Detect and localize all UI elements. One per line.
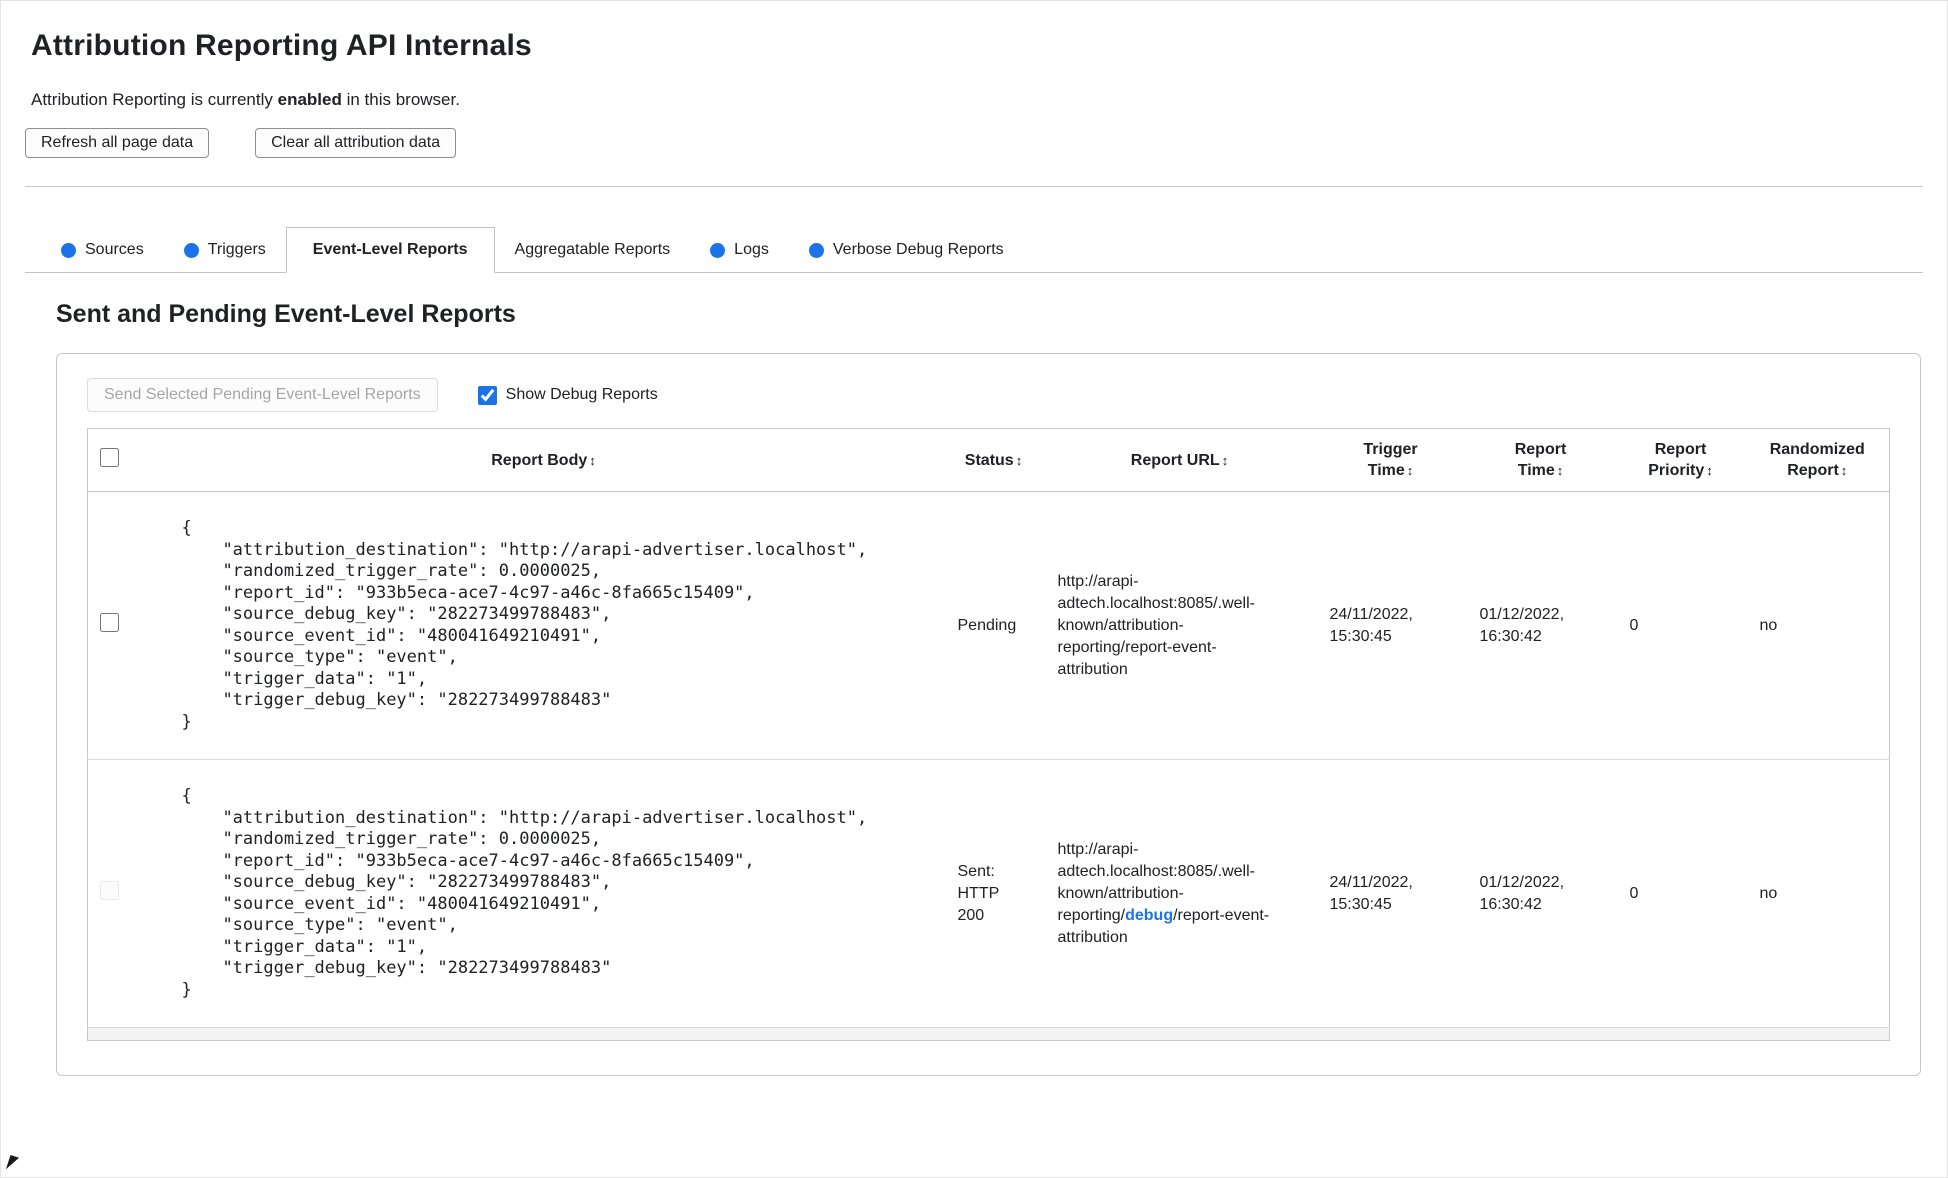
tab-label: Aggregatable Reports xyxy=(514,241,671,258)
tab-label: Logs xyxy=(734,241,769,258)
column-header-report-url[interactable]: Report URL ↕ xyxy=(1043,428,1316,492)
column-header-report-priority[interactable]: Report Priority ↕ xyxy=(1615,428,1746,492)
row-select-checkbox[interactable] xyxy=(100,880,119,900)
tab-event-level-reports[interactable]: Event-Level Reports xyxy=(285,227,495,273)
trigger-time-cell: 24/11/2022, 15:30:45 xyxy=(1315,759,1466,1028)
report-priority-cell: 0 xyxy=(1615,491,1746,760)
tab-dot-icon xyxy=(808,242,824,258)
sort-icon: ↕ xyxy=(1840,463,1848,478)
tab-dot-icon xyxy=(183,242,199,258)
mouse-cursor-icon xyxy=(5,1154,20,1173)
table-row: { "attribution_destination": "http://ara… xyxy=(87,759,1890,1028)
status-text-prefix: Attribution Reporting is currently xyxy=(31,90,278,109)
clear-all-button[interactable]: Clear all attribution data xyxy=(255,128,457,158)
table-row: { "attribution_destination": "http://ara… xyxy=(87,491,1890,760)
sort-icon: ↕ xyxy=(1556,463,1564,478)
section-title: Sent and Pending Event-Level Reports xyxy=(56,300,516,328)
report-url-cell: http://arapi-adtech.localhost:8085/.well… xyxy=(1043,491,1316,760)
tab-logs[interactable]: Logs xyxy=(690,228,789,272)
sort-icon: ↕ xyxy=(1221,452,1229,468)
sort-icon: ↕ xyxy=(589,452,596,468)
table-footer-strip xyxy=(87,1027,1890,1041)
status-line: Attribution Reporting is currently enabl… xyxy=(31,90,1923,110)
debug-url-segment: debug xyxy=(1125,906,1174,924)
randomized-report-cell: no xyxy=(1745,491,1890,760)
tab-dot-icon xyxy=(710,242,726,258)
tab-label: Sources xyxy=(85,241,144,258)
report-body-cell: { "attribution_destination": "http://ara… xyxy=(143,759,944,1028)
tab-label: Event-Level Reports xyxy=(312,241,468,258)
status-enabled-text: enabled xyxy=(277,90,342,109)
randomized-report-cell: no xyxy=(1745,759,1890,1028)
column-header-randomized-report[interactable]: Randomized Report ↕ xyxy=(1745,428,1890,492)
row-select-checkbox[interactable] xyxy=(100,612,119,632)
report-time-cell: 01/12/2022, 16:30:42 xyxy=(1465,759,1616,1028)
column-header-trigger-time[interactable]: Trigger Time ↕ xyxy=(1315,428,1466,492)
show-debug-reports-toggle[interactable]: Show Debug Reports xyxy=(477,385,658,405)
event-level-reports-panel: Send Selected Pending Event-Level Report… xyxy=(56,353,1921,1076)
refresh-all-button[interactable]: Refresh all page data xyxy=(25,128,210,158)
row-select-cell xyxy=(87,759,144,1028)
tab-dot-icon xyxy=(61,242,76,258)
tab-label: Triggers xyxy=(207,241,266,258)
attribution-internals-page: Attribution Reporting API Internals Attr… xyxy=(0,0,1948,1178)
select-all-checkbox[interactable] xyxy=(100,447,119,467)
sort-icon: ↕ xyxy=(1406,463,1414,478)
status-cell: Sent: HTTP 200 xyxy=(943,759,1044,1028)
report-body-cell: { "attribution_destination": "http://ara… xyxy=(143,491,944,760)
column-header-status[interactable]: Status ↕ xyxy=(943,428,1044,492)
trigger-time-cell: 24/11/2022, 15:30:45 xyxy=(1315,491,1466,760)
status-cell: Pending xyxy=(943,491,1044,760)
panel-toolbar: Send Selected Pending Event-Level Report… xyxy=(87,378,1890,412)
send-selected-pending-button[interactable]: Send Selected Pending Event-Level Report… xyxy=(87,378,438,412)
show-debug-reports-checkbox[interactable] xyxy=(477,385,497,405)
sort-icon: ↕ xyxy=(1706,463,1713,478)
sort-icon: ↕ xyxy=(1015,452,1023,468)
tab-verbose-debug-reports[interactable]: Verbose Debug Reports xyxy=(789,228,1024,272)
tab-sources[interactable]: Sources xyxy=(41,228,164,272)
tab-triggers[interactable]: Triggers xyxy=(164,228,286,272)
report-url-cell: http://arapi-adtech.localhost:8085/.well… xyxy=(1043,759,1316,1028)
report-time-cell: 01/12/2022, 16:30:42 xyxy=(1465,491,1616,760)
event-level-reports-table: Report Body ↕ Status ↕ Report URL ↕ Trigger… xyxy=(87,428,1890,1041)
tab-aggregatable-reports[interactable]: Aggregatable Reports xyxy=(495,228,691,272)
column-header-report-time[interactable]: Report Time ↕ xyxy=(1465,428,1616,492)
select-all-header-cell xyxy=(87,428,144,492)
column-header-report-body[interactable]: Report Body ↕ xyxy=(143,428,944,492)
row-select-cell xyxy=(87,491,144,760)
status-text-suffix: in this browser. xyxy=(341,90,460,109)
divider xyxy=(25,186,1923,187)
report-body-json: { "attribution_destination": "http://ara… xyxy=(181,518,868,732)
tab-label: Verbose Debug Reports xyxy=(832,241,1004,258)
page-title: Attribution Reporting API Internals xyxy=(31,29,532,62)
table-header-row: Report Body ↕ Status ↕ Report URL ↕ Trigger… xyxy=(87,428,1890,492)
report-body-json: { "attribution_destination": "http://ara… xyxy=(181,786,868,1000)
tab-bar: Sources Triggers Event-Level Reports Agg… xyxy=(25,227,1923,273)
show-debug-reports-label: Show Debug Reports xyxy=(505,386,658,403)
page-toolbar: Refresh all page data Clear all attribut… xyxy=(25,128,1923,158)
report-priority-cell: 0 xyxy=(1615,759,1746,1028)
report-url-text: http://arapi-adtech.localhost:8085/.well… xyxy=(1057,572,1255,678)
